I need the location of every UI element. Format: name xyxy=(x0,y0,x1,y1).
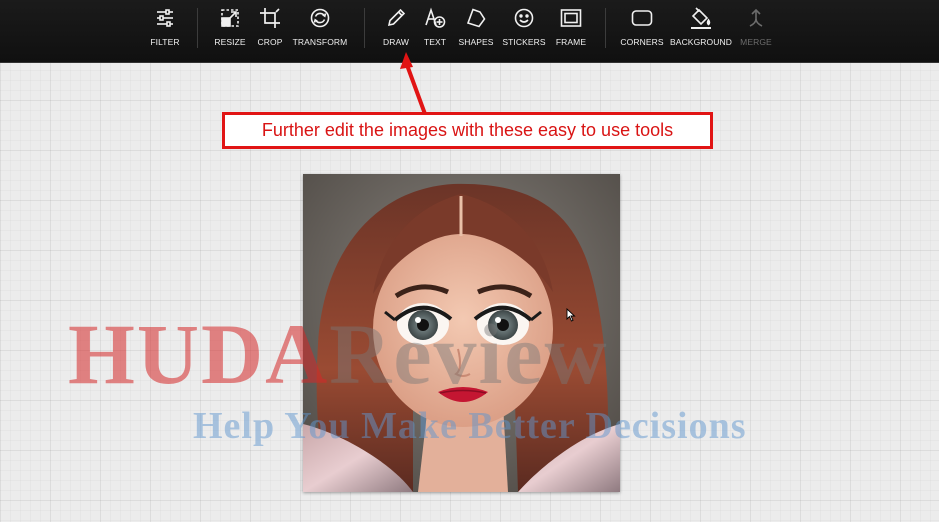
callout-arrow xyxy=(400,52,427,116)
smiley-icon xyxy=(514,8,534,28)
frame-button[interactable]: FRAME xyxy=(536,7,606,47)
crop-icon xyxy=(260,8,280,28)
frame-label: FRAME xyxy=(555,37,587,47)
transform-label: TRANSFORM xyxy=(292,37,348,47)
watermark-title-part1: HUDA xyxy=(68,306,330,402)
filter-label: FILTER xyxy=(150,37,180,47)
merge-icon xyxy=(749,8,763,27)
watermark-title: HUDAReview xyxy=(68,304,718,404)
frame-icon xyxy=(560,9,582,27)
sliders-icon xyxy=(157,9,173,27)
transform-icon xyxy=(310,8,330,28)
mouse-cursor-icon xyxy=(566,308,576,322)
toolbar-divider xyxy=(605,8,606,48)
filter-button[interactable]: FILTER xyxy=(130,7,200,47)
pentagon-icon xyxy=(466,8,486,28)
merge-label: MERGE xyxy=(740,37,772,47)
transform-button[interactable]: TRANSFORM xyxy=(285,7,355,47)
watermark-subtitle: Help You Make Better Decisions xyxy=(193,405,747,447)
rounded-rect-icon xyxy=(631,10,653,26)
editor-toolbar: FILTER RESIZE CROP TRANSFORM DRAW TEXT S… xyxy=(0,0,939,63)
paint-bucket-icon xyxy=(691,7,711,29)
merge-button[interactable]: MERGE xyxy=(721,7,791,47)
tutorial-callout: Further edit the images with these easy … xyxy=(222,112,713,149)
